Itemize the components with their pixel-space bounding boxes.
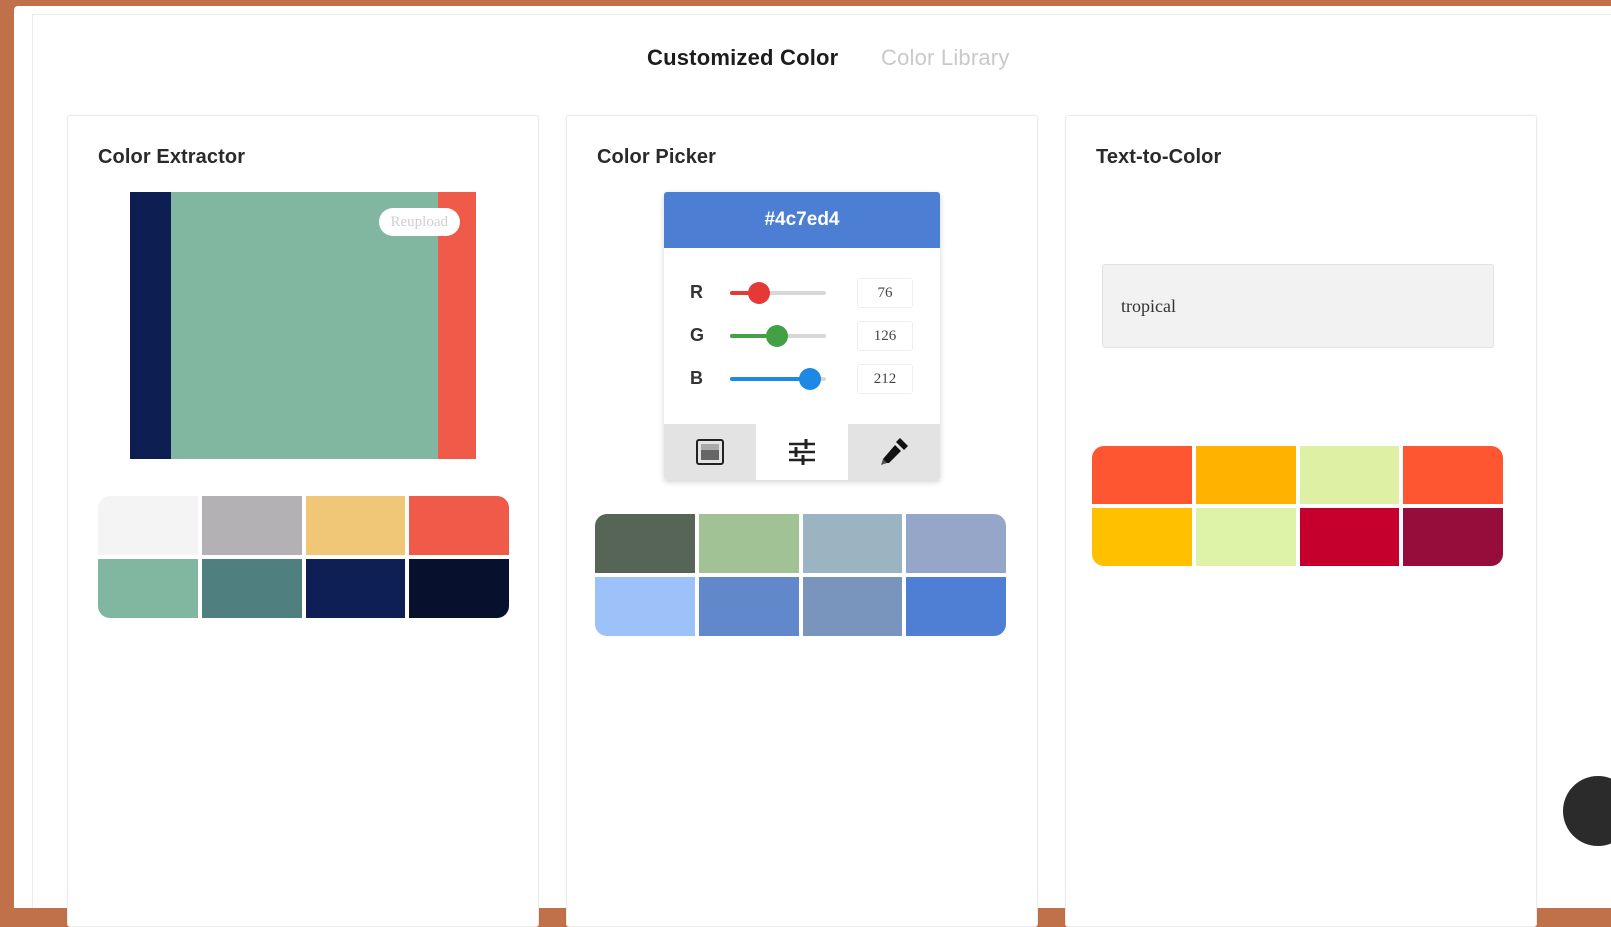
extracted-color-swatch[interactable] — [201, 496, 302, 555]
content-frame: Customized Color Color Library Color Ext… — [32, 14, 1611, 927]
slider-thumb[interactable] — [766, 325, 789, 347]
generated-palette — [1092, 446, 1503, 566]
color-picker-widget: #4c7ed4 R 76 G 126 B 212 — [664, 192, 940, 480]
mode-gradient-button[interactable] — [664, 424, 756, 480]
picker-color-swatch[interactable] — [698, 514, 799, 573]
generated-color-swatch[interactable] — [1195, 446, 1296, 504]
extracted-color-swatch[interactable] — [305, 559, 406, 618]
slider-fill — [730, 377, 810, 381]
keyword-input[interactable] — [1102, 264, 1494, 348]
reupload-button[interactable]: Reupload — [378, 208, 460, 236]
picker-mode-bar — [664, 424, 940, 480]
eyedropper-icon — [881, 438, 908, 465]
generated-color-swatch[interactable] — [1403, 508, 1503, 566]
image-band-navy — [130, 192, 171, 459]
generated-color-swatch[interactable] — [1403, 446, 1503, 504]
mode-sliders-button[interactable] — [756, 424, 848, 480]
channel-label: R — [690, 282, 703, 302]
channel-slider[interactable] — [730, 368, 826, 390]
channel-label: B — [690, 368, 703, 388]
color-picker-card: Color Picker #4c7ed4 R 76 G 126 B 212 — [566, 115, 1038, 927]
picker-color-swatch[interactable] — [595, 577, 695, 636]
channel-label: G — [690, 325, 705, 345]
extracted-color-swatch[interactable] — [305, 496, 406, 555]
mode-eyedropper-button[interactable] — [848, 424, 940, 480]
generated-color-swatch[interactable] — [1195, 508, 1296, 566]
extracted-color-swatch[interactable] — [409, 496, 509, 555]
color-extractor-title: Color Extractor — [98, 146, 246, 168]
channel-row-b: B 212 — [664, 364, 940, 394]
picker-color-swatch[interactable] — [906, 514, 1006, 573]
channel-value-input[interactable]: 126 — [857, 321, 913, 351]
generated-color-swatch[interactable] — [1299, 508, 1400, 566]
extracted-color-swatch[interactable] — [98, 496, 198, 555]
tab-customized-color[interactable]: Customized Color — [647, 45, 838, 71]
text-to-color-card: Text-to-Color — [1065, 115, 1537, 927]
picker-color-swatch[interactable] — [802, 577, 903, 636]
tab-bar: Customized Color Color Library — [33, 45, 1611, 75]
picker-color-swatch[interactable] — [906, 577, 1006, 636]
extracted-color-swatch[interactable] — [98, 559, 198, 618]
generated-color-swatch[interactable] — [1092, 446, 1192, 504]
channel-slider[interactable] — [730, 325, 826, 347]
picker-palette — [595, 514, 1006, 636]
extracted-color-swatch[interactable] — [409, 559, 509, 618]
app-window: Customized Color Color Library Color Ext… — [14, 6, 1611, 927]
picker-color-swatch[interactable] — [595, 514, 695, 573]
generated-color-swatch[interactable] — [1299, 446, 1400, 504]
slider-thumb[interactable] — [798, 368, 821, 390]
tab-color-library[interactable]: Color Library — [881, 45, 1010, 71]
extracted-color-swatch[interactable] — [201, 559, 302, 618]
uploaded-image-preview: Reupload — [130, 192, 476, 459]
sliders-icon — [789, 439, 815, 465]
picker-color-swatch[interactable] — [802, 514, 903, 573]
picker-color-swatch[interactable] — [698, 577, 799, 636]
channel-slider[interactable] — [730, 282, 826, 304]
channel-row-r: R 76 — [664, 278, 940, 308]
text-to-color-title: Text-to-Color — [1096, 146, 1222, 168]
channel-value-input[interactable]: 212 — [857, 364, 913, 394]
channel-row-g: G 126 — [664, 321, 940, 351]
extracted-palette — [98, 496, 509, 618]
color-picker-title: Color Picker — [597, 146, 717, 168]
hex-value-display[interactable]: #4c7ed4 — [664, 192, 940, 248]
slider-thumb[interactable] — [747, 282, 770, 304]
generated-color-swatch[interactable] — [1092, 508, 1192, 566]
color-extractor-card: Color Extractor Reupload — [67, 115, 539, 927]
channel-value-input[interactable]: 76 — [857, 278, 913, 308]
gradient-icon — [696, 439, 724, 465]
